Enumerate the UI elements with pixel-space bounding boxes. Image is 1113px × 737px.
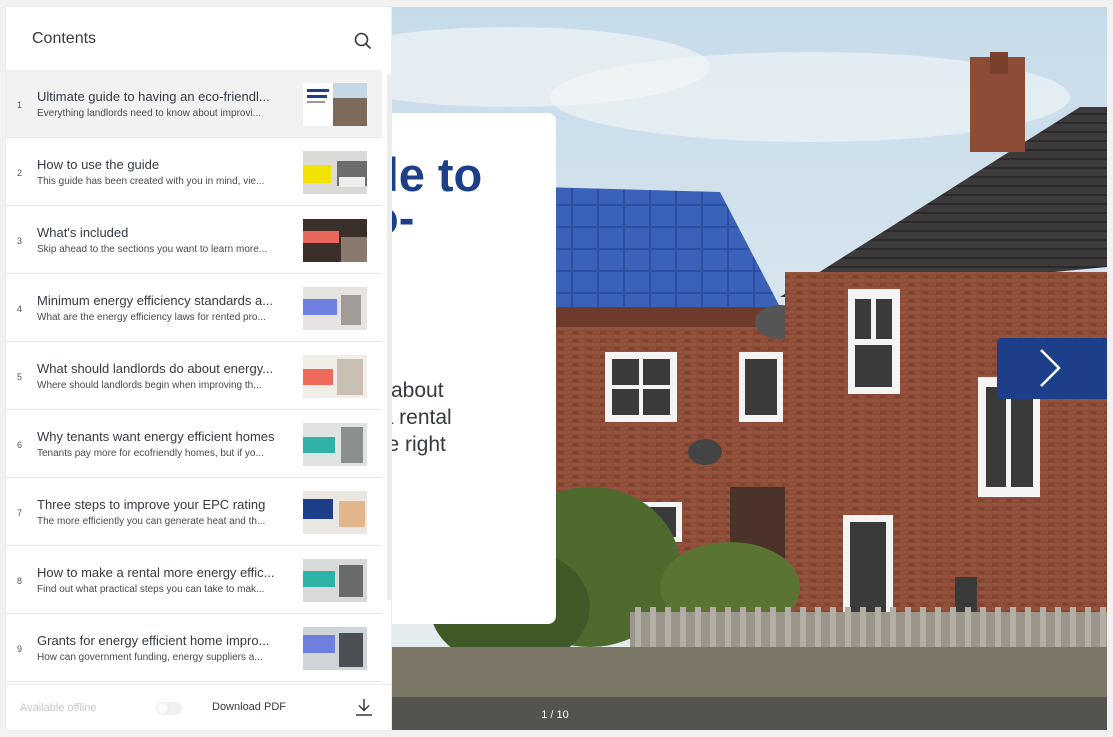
toc-item-thumbnail xyxy=(303,423,367,466)
toc-item-title: What's included xyxy=(37,225,129,240)
toc-item-thumbnail xyxy=(303,287,367,330)
download-pdf-label[interactable]: Download PDF xyxy=(212,701,286,713)
toc-item-description: Tenants pay more for ecofriendly homes, … xyxy=(37,448,264,459)
contents-header: Contents xyxy=(6,7,391,71)
toc-item-thumbnail xyxy=(303,559,367,602)
page-indicator: 1 / 10 xyxy=(541,709,569,721)
toc-item-8[interactable]: 8 How to make a rental more energy effic… xyxy=(6,546,382,614)
toc-item-description: The more efficiently you can generate he… xyxy=(37,516,266,527)
toc-item-description: Where should landlords begin when improv… xyxy=(37,380,262,391)
toc-item-title: Minimum energy efficiency standards a... xyxy=(37,293,274,308)
toc-item-description: What are the energy efficiency laws for … xyxy=(37,312,266,323)
toc-item-7[interactable]: 7 Three steps to improve your EPC rating… xyxy=(6,478,382,546)
search-button[interactable] xyxy=(353,31,373,51)
contents-title: Contents xyxy=(32,30,97,47)
toc-item-thumbnail xyxy=(303,83,367,126)
toc-item-4[interactable]: 4 Minimum energy efficiency standards a.… xyxy=(6,274,382,342)
toc-item-number: 8 xyxy=(17,576,23,586)
toc-item-thumbnail xyxy=(303,355,367,398)
toc-item-6[interactable]: 6 Why tenants want energy efficient home… xyxy=(6,410,382,478)
toc-item-title: Grants for energy efficient home impro..… xyxy=(37,633,270,648)
toc-item-title: How to make a rental more energy effic..… xyxy=(37,565,275,580)
download-pdf-button[interactable] xyxy=(354,697,374,717)
available-offline-label: Available offline xyxy=(20,702,97,714)
toc-item-title: How to use the guide xyxy=(37,157,160,172)
cover-subtitle-line-2: f a rental xyxy=(370,406,452,429)
toc-item-title: Why tenants want energy efficient homes xyxy=(37,429,275,444)
download-icon xyxy=(356,699,372,716)
cover-title: de to o- l xyxy=(370,148,483,284)
toc-item-number: 7 xyxy=(17,508,23,518)
toc-item-number: 5 xyxy=(17,372,23,382)
toc-item-number: 1 xyxy=(17,100,23,110)
contents-sidebar: Contents 1 Ultimate guide to having an e… xyxy=(6,7,391,730)
cover-subtitle-line-1: w about xyxy=(370,379,444,402)
next-page-button[interactable] xyxy=(997,338,1107,399)
contents-list: 1 Ultimate guide to having an eco-friend… xyxy=(6,70,391,684)
toc-item-description: This guide has been created with you in … xyxy=(37,176,265,187)
toc-item-title: Three steps to improve your EPC rating xyxy=(37,497,266,512)
toc-item-number: 9 xyxy=(17,644,23,654)
toc-item-thumbnail xyxy=(303,491,367,534)
cover-subtitle-line-3: the right xyxy=(370,433,446,456)
available-offline-toggle[interactable] xyxy=(156,702,182,715)
toc-item-number: 6 xyxy=(17,440,23,450)
toc-item-thumbnail xyxy=(303,151,367,194)
toc-item-9[interactable]: 9 Grants for energy efficient home impro… xyxy=(6,614,382,682)
chevron-right-icon xyxy=(1040,349,1061,387)
toc-item-title: What should landlords do about energy... xyxy=(37,361,274,376)
toc-item-description: Skip ahead to the sections you want to l… xyxy=(37,244,268,255)
toc-item-5[interactable]: 5 What should landlords do about energy.… xyxy=(6,342,382,410)
toc-item-thumbnail xyxy=(303,627,367,670)
toc-item-thumbnail xyxy=(303,219,367,262)
toc-item-3[interactable]: 3 What's included Skip ahead to the sect… xyxy=(6,206,382,274)
contents-footer: Available offline Download PDF xyxy=(6,684,391,730)
toc-item-number: 2 xyxy=(17,168,23,178)
toc-item-description: Everything landlords need to know about … xyxy=(37,108,262,119)
search-icon xyxy=(354,32,372,50)
toc-item-number: 4 xyxy=(17,304,23,314)
toc-item-number: 3 xyxy=(17,236,23,246)
toc-item-2[interactable]: 2 How to use the guide This guide has be… xyxy=(6,138,382,206)
contents-scrollbar[interactable] xyxy=(387,74,391,600)
cover-title-card: de to o- l w about f a rental the right xyxy=(370,113,556,624)
toc-item-description: Find out what practical steps you can ta… xyxy=(37,584,265,595)
toc-item-description: How can government funding, energy suppl… xyxy=(37,652,263,663)
toc-item-title: Ultimate guide to having an eco-friendl.… xyxy=(37,89,270,104)
toc-item-1[interactable]: 1 Ultimate guide to having an eco-friend… xyxy=(6,70,382,138)
